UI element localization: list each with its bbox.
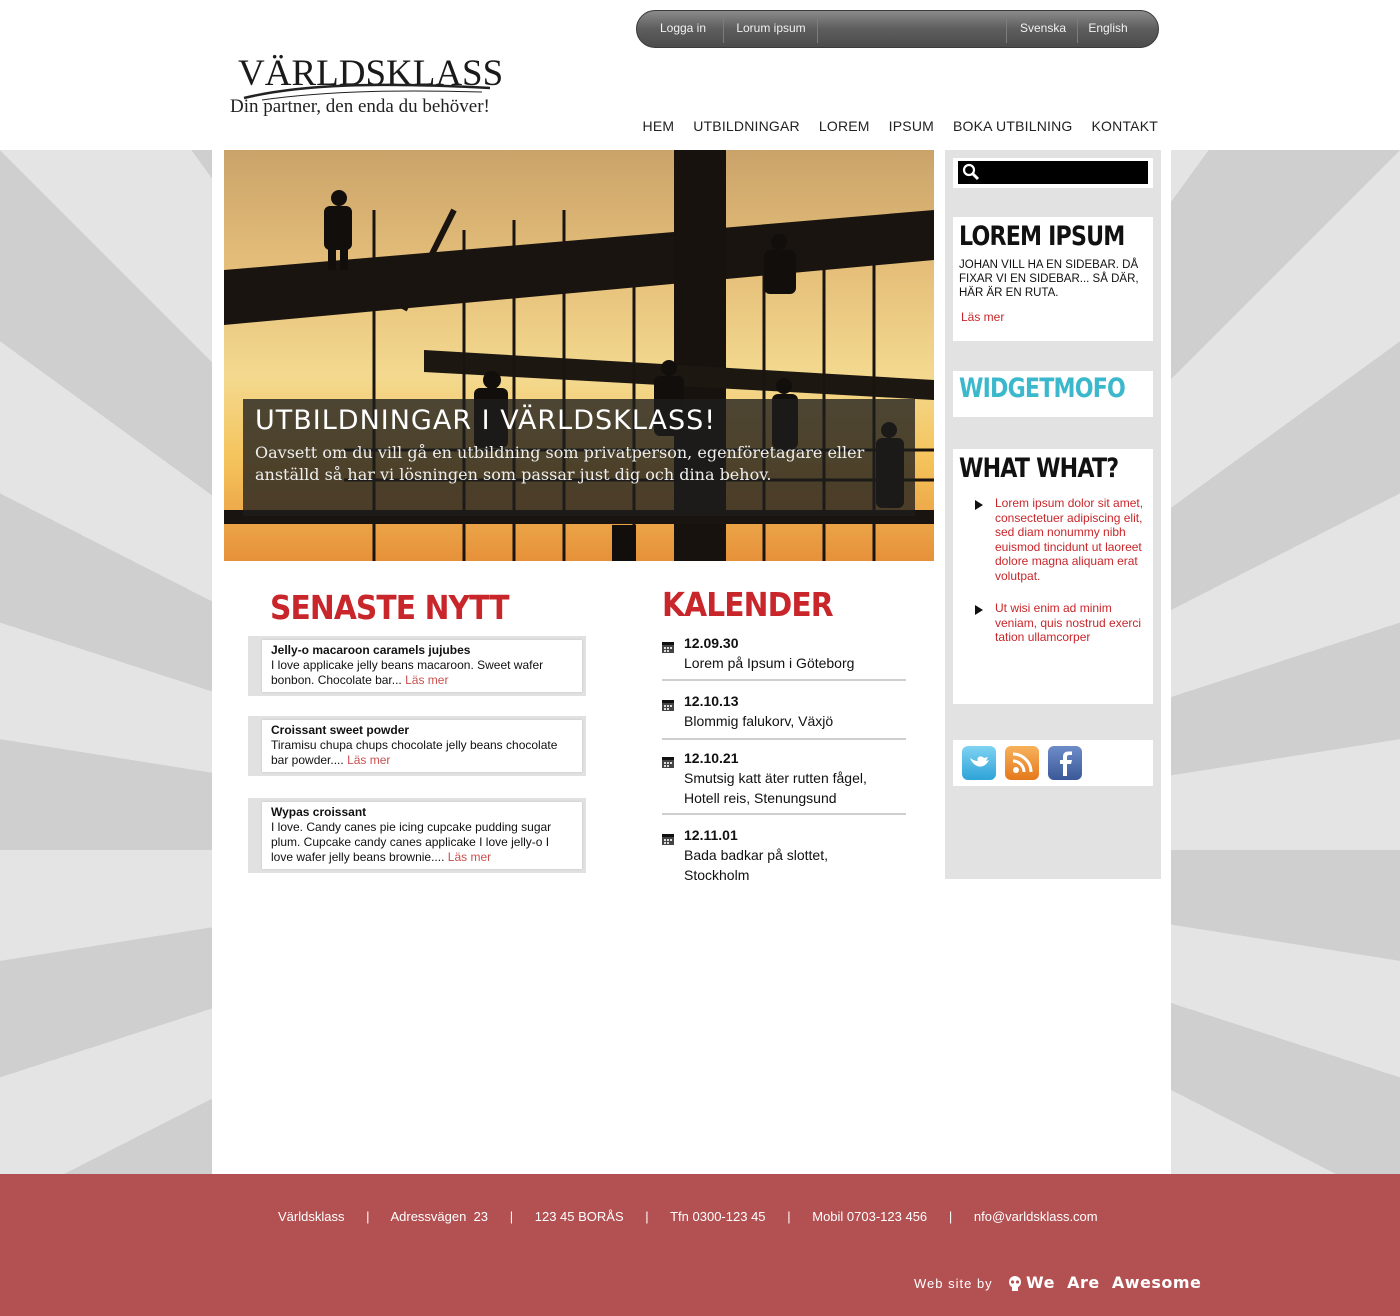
top-utility-bar: Logga in Lorum ipsum Svenska English bbox=[636, 10, 1159, 48]
event-title: Smutsig katt äter rutten fågel, Hotell r… bbox=[684, 770, 867, 806]
divider bbox=[1077, 15, 1078, 43]
search-icon[interactable] bbox=[962, 163, 980, 181]
footer-brand-link[interactable]: We Are Awesome bbox=[1026, 1273, 1201, 1292]
list-item-text: Lorem ipsum dolor sit amet, consectetuer… bbox=[995, 496, 1144, 583]
widget-heading: LOREM IPSUM bbox=[959, 221, 1125, 252]
news-item-text: I love. Candy canes pie icing cupcake pu… bbox=[271, 820, 552, 864]
site-logo[interactable]: VÄRLDSKLASS Din partner, den enda du beh… bbox=[228, 50, 503, 125]
logo-tagline: Din partner, den enda du behöver! bbox=[230, 96, 490, 117]
calendar-event[interactable]: 12.10.21 Smutsig katt äter rutten fågel,… bbox=[662, 750, 906, 812]
bullet-arrow-icon bbox=[975, 500, 983, 510]
event-date: 12.10.21 bbox=[684, 750, 739, 766]
read-more-link[interactable]: Läs mer bbox=[405, 673, 448, 687]
event-date: 12.10.13 bbox=[684, 693, 739, 709]
social-links bbox=[953, 740, 1153, 786]
list-item: Lorem ipsum dolor sit amet, consectetuer… bbox=[959, 496, 1149, 583]
search-input[interactable] bbox=[958, 161, 1148, 184]
twitter-icon[interactable] bbox=[962, 746, 996, 780]
nav-item-kontakt[interactable]: KONTAKT bbox=[1092, 118, 1158, 134]
language-english-link[interactable]: English bbox=[1083, 11, 1133, 47]
read-more-link[interactable]: Läs mer bbox=[448, 850, 491, 864]
search-box bbox=[953, 158, 1153, 188]
calendar-heading: KALENDER bbox=[662, 585, 834, 624]
language-svenska-link[interactable]: Svenska bbox=[1013, 11, 1073, 47]
calendar-event[interactable]: 12.10.13 Blommig falukorv, Växjö bbox=[662, 693, 906, 737]
event-title: Lorem på Ipsum i Göteborg bbox=[684, 655, 855, 671]
divider bbox=[662, 813, 906, 815]
calendar-icon bbox=[662, 757, 674, 768]
what-what-widget: WHAT WHAT? Lorem ipsum dolor sit amet, c… bbox=[953, 449, 1153, 704]
login-link[interactable]: Logga in bbox=[649, 11, 717, 47]
lorum-ipsum-link[interactable]: Lorum ipsum bbox=[729, 11, 813, 47]
news-item-text: Tiramisu chupa chups chocolate jelly bea… bbox=[271, 738, 558, 767]
site-footer: Världsklass | Adressvägen 23 | 123 45 BO… bbox=[0, 1174, 1400, 1316]
divider bbox=[662, 738, 906, 740]
nav-item-boka-utbilning[interactable]: BOKA UTBILNING bbox=[953, 118, 1073, 134]
skull-icon bbox=[1009, 1276, 1021, 1291]
list-item-text: Ut wisi enim ad minim veniam, quis nostr… bbox=[995, 601, 1142, 644]
event-date: 12.11.01 bbox=[684, 827, 738, 843]
divider bbox=[723, 15, 724, 43]
nav-item-hem[interactable]: HEM bbox=[643, 118, 675, 134]
news-item-title[interactable]: Croissant sweet powder bbox=[271, 723, 574, 738]
sidebar: LOREM IPSUM JOHAN VILL HA EN SIDEBAR. DÅ… bbox=[945, 150, 1161, 879]
facebook-icon[interactable] bbox=[1048, 746, 1082, 780]
divider bbox=[662, 679, 906, 681]
hero-title: UTBILDNINGAR I VÄRLDSKLASS! bbox=[255, 405, 717, 436]
calendar-icon bbox=[662, 700, 674, 711]
event-title: Bada badkar på slottet, Stockholm bbox=[684, 847, 828, 883]
calendar-icon bbox=[662, 642, 674, 653]
news-item-title[interactable]: Wypas croissant bbox=[271, 805, 574, 820]
widget-heading: WHAT WHAT? bbox=[959, 453, 1119, 484]
event-date: 12.09.30 bbox=[684, 635, 739, 651]
main-navigation: HEM UTBILDNINGAR LOREM IPSUM BOKA UTBILN… bbox=[624, 118, 1158, 134]
news-item-title[interactable]: Jelly-o macaroon caramels jujubes bbox=[271, 643, 574, 658]
widget-text: JOHAN VILL HA EN SIDEBAR. DÅ FIXAR VI EN… bbox=[959, 259, 1139, 299]
hero-caption: UTBILDNINGAR I VÄRLDSKLASS! Oavsett om d… bbox=[243, 399, 915, 516]
bullet-arrow-icon bbox=[975, 605, 983, 615]
news-item: Croissant sweet powder Tiramisu chupa ch… bbox=[248, 716, 586, 776]
rss-icon[interactable] bbox=[1005, 746, 1039, 780]
nav-item-utbildningar[interactable]: UTBILDNINGAR bbox=[693, 118, 800, 134]
calendar-event[interactable]: 12.09.30 Lorem på Ipsum i Göteborg bbox=[662, 635, 906, 679]
footer-credit: Web site by bbox=[914, 1276, 993, 1291]
read-more-link[interactable]: Läs mer bbox=[347, 753, 390, 767]
event-title: Blommig falukorv, Växjö bbox=[684, 713, 834, 729]
widgetmofo-widget: WIDGETMOFO bbox=[953, 371, 1153, 417]
divider bbox=[817, 15, 818, 43]
footer-contact-info: Världsklass | Adressvägen 23 | 123 45 BO… bbox=[278, 1209, 1098, 1224]
widget-heading: WIDGETMOFO bbox=[959, 373, 1126, 404]
calendar-event[interactable]: 12.11.01 Bada badkar på slottet, Stockho… bbox=[662, 827, 906, 889]
lorem-ipsum-widget: LOREM IPSUM JOHAN VILL HA EN SIDEBAR. DÅ… bbox=[953, 217, 1153, 341]
news-heading: SENASTE NYTT bbox=[270, 588, 509, 627]
nav-item-ipsum[interactable]: IPSUM bbox=[889, 118, 934, 134]
news-item: Jelly-o macaroon caramels jujubes I love… bbox=[248, 636, 586, 696]
hero-banner: UTBILDNINGAR I VÄRLDSKLASS! Oavsett om d… bbox=[224, 150, 934, 561]
read-more-link[interactable]: Läs mer bbox=[961, 310, 1147, 324]
nav-item-lorem[interactable]: LOREM bbox=[819, 118, 870, 134]
list-item: Ut wisi enim ad minim veniam, quis nostr… bbox=[959, 601, 1149, 645]
hero-text: Oavsett om du vill gå en utbildning som … bbox=[255, 443, 865, 484]
divider bbox=[1006, 15, 1007, 43]
calendar-icon bbox=[662, 834, 674, 845]
news-item: Wypas croissant I love. Candy canes pie … bbox=[248, 798, 586, 873]
